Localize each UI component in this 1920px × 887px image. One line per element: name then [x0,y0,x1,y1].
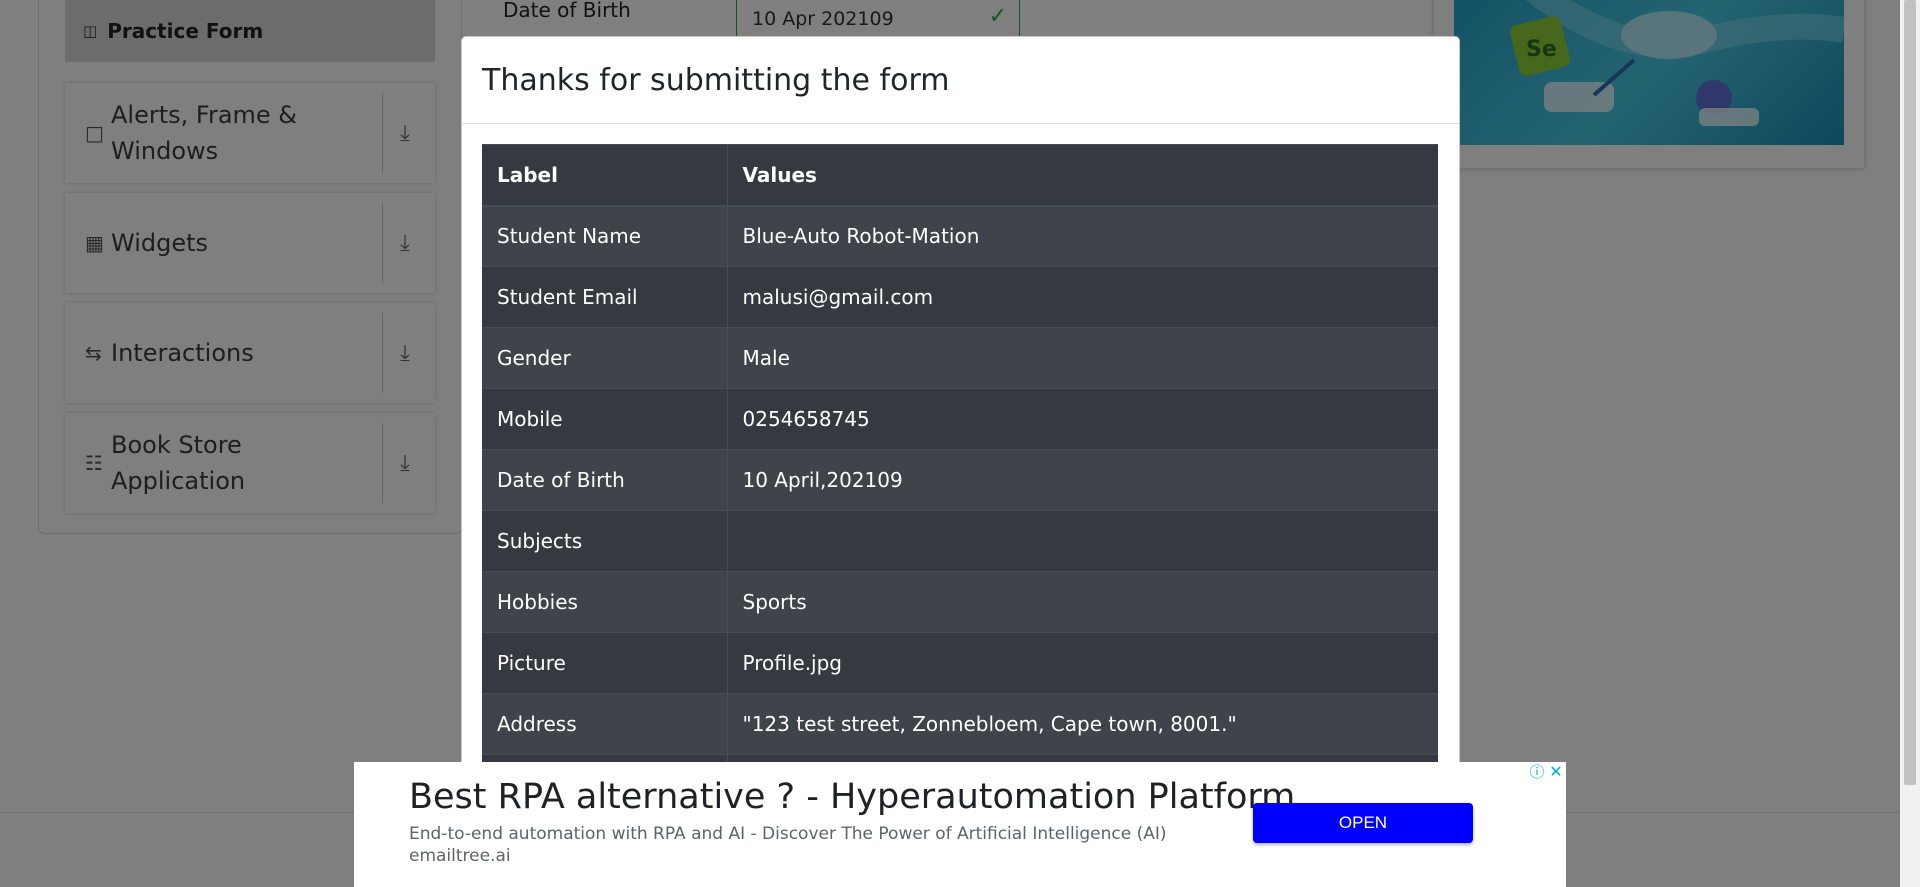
ad-domain[interactable]: emailtree.ai [409,846,511,866]
page-scrollbar[interactable] [1900,0,1920,887]
row-value: malusi@gmail.com [727,266,1438,328]
table-header-row: Label Values [482,144,1438,207]
table-row: Hobbies Sports [482,571,1438,633]
table-row: Address "123 test street, Zonnebloem, Ca… [482,693,1438,755]
row-value: Profile.jpg [727,632,1438,694]
ad-open-button[interactable]: OPEN [1253,803,1473,843]
row-label: Subjects [482,510,728,572]
modal-title: Thanks for submitting the form [482,62,950,98]
modal-body: Label Values Student Name Blue-Auto Robo… [462,124,1459,836]
ad-description: End-to-end automation with RPA and AI - … [409,824,1167,844]
scrollbar-thumb[interactable] [1904,0,1916,785]
row-value [727,510,1438,572]
row-label: Student Name [482,205,728,267]
submission-table: Label Values Student Name Blue-Auto Robo… [482,144,1438,816]
row-label: Date of Birth [482,449,728,511]
submission-modal: Thanks for submitting the form Label Val… [461,36,1460,887]
row-value: Male [727,327,1438,389]
row-value: 0254658745 [727,388,1438,450]
row-label: Student Email [482,266,728,328]
column-header-values: Values [727,144,1438,207]
table-row: Student Name Blue-Auto Robot-Mation [482,205,1438,267]
row-value: "123 test street, Zonnebloem, Cape town,… [727,693,1438,755]
table-row: Picture Profile.jpg [482,632,1438,694]
row-label: Address [482,693,728,755]
modal-header: Thanks for submitting the form [462,37,1459,124]
row-label: Picture [482,632,728,694]
close-icon[interactable]: ✕ [1547,763,1565,781]
table-row: Student Email malusi@gmail.com [482,266,1438,328]
row-label: Mobile [482,388,728,450]
table-row: Gender Male [482,327,1438,389]
ad-headline[interactable]: Best RPA alternative ? - Hyperautomation… [409,777,1295,817]
ad-banner[interactable]: Best RPA alternative ? - Hyperautomation… [354,762,1566,887]
row-label: Gender [482,327,728,389]
table-row: Date of Birth 10 April,202109 [482,449,1438,511]
row-label: Hobbies [482,571,728,633]
row-value: 10 April,202109 [727,449,1438,511]
info-icon[interactable]: ⓘ [1528,763,1546,781]
table-row: Mobile 0254658745 [482,388,1438,450]
column-header-label: Label [482,144,728,207]
row-value: Sports [727,571,1438,633]
row-value: Blue-Auto Robot-Mation [727,205,1438,267]
table-row: Subjects [482,510,1438,572]
